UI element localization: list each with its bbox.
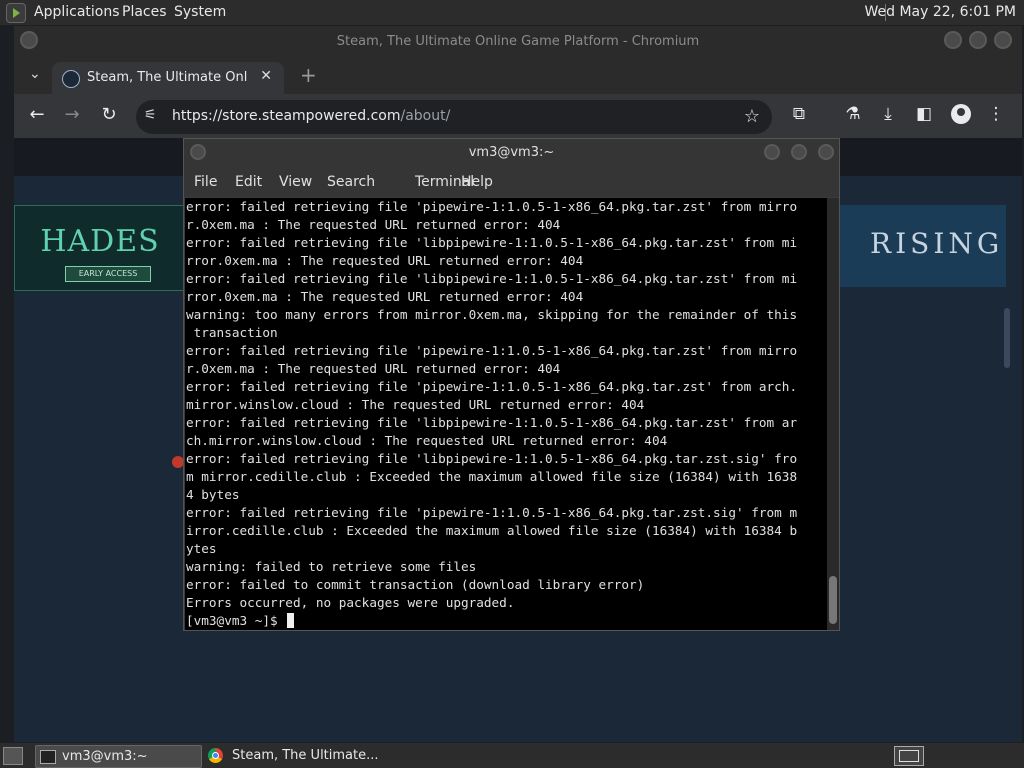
terminal-line: mirror.winslow.cloud : The requested URL… bbox=[186, 397, 645, 412]
show-desktop-icon[interactable] bbox=[3, 747, 23, 765]
browser-window-title: Steam, The Ultimate Online Game Platform… bbox=[336, 34, 700, 49]
terminal-line: error: failed retrieving file 'libpipewi… bbox=[186, 271, 798, 286]
menu-places[interactable]: Places bbox=[122, 4, 167, 20]
url-host: https://store.steampowered.com bbox=[172, 108, 401, 124]
bottom-panel: vm3@vm3:~ Steam, The Ultimate... bbox=[0, 743, 1024, 768]
rising-banner[interactable]: RISING bbox=[840, 205, 1006, 287]
terminal-line: warning: failed to retrieve some files bbox=[186, 559, 477, 574]
extensions-icon[interactable]: ⧉ bbox=[788, 104, 810, 124]
tab-strip: ⌄ Steam, The Ultimate Online ✕ + bbox=[14, 58, 1022, 94]
terminal-prompt[interactable]: [vm3@vm3 ~]$ bbox=[186, 612, 827, 630]
terminal-line: rror.0xem.ma : The requested URL returne… bbox=[186, 289, 584, 304]
menu-system[interactable]: System bbox=[174, 4, 226, 20]
hades-title: HADES bbox=[40, 224, 160, 259]
terminal-window: vm3@vm3:~ File Edit View Search Terminal… bbox=[183, 138, 840, 631]
terminal-line: rror.0xem.ma : The requested URL returne… bbox=[186, 253, 584, 268]
address-bar[interactable]: ⚟ https://store.steampowered.com/about/ … bbox=[136, 100, 772, 134]
terminal-scrollbar[interactable] bbox=[827, 198, 839, 630]
back-icon[interactable]: ← bbox=[25, 104, 49, 125]
terminal-line: ytes bbox=[186, 541, 217, 556]
terminal-menu-edit[interactable]: Edit bbox=[235, 174, 262, 190]
close-window-icon[interactable] bbox=[994, 31, 1012, 49]
terminal-menu-file[interactable]: File bbox=[194, 174, 217, 190]
forward-icon[interactable]: → bbox=[60, 104, 84, 125]
terminal-line: error: failed retrieving file 'libpipewi… bbox=[186, 415, 798, 430]
side-panel-icon[interactable]: ◧ bbox=[913, 104, 935, 124]
tab-title: Steam, The Ultimate Online bbox=[87, 70, 247, 85]
browser-title-bar[interactable]: Steam, The Ultimate Online Game Platform… bbox=[14, 26, 1022, 58]
terminal-cursor bbox=[287, 613, 295, 628]
terminal-line: ch.mirror.winslow.cloud : The requested … bbox=[186, 433, 668, 448]
tab-steam[interactable]: Steam, The Ultimate Online ✕ bbox=[52, 62, 284, 94]
terminal-text: error: failed retrieving file 'pipewire-… bbox=[185, 198, 827, 630]
terminal-maximize-icon[interactable] bbox=[791, 144, 807, 160]
new-tab-icon[interactable]: + bbox=[300, 63, 317, 87]
terminal-line: error: failed retrieving file 'pipewire-… bbox=[186, 343, 798, 358]
steam-favicon-icon bbox=[62, 70, 80, 88]
terminal-line: error: failed retrieving file 'pipewire-… bbox=[186, 199, 798, 214]
terminal-menu-help[interactable]: Help bbox=[461, 174, 493, 190]
terminal-line: error: failed retrieving file 'libpipewi… bbox=[186, 235, 798, 250]
terminal-minimize-icon[interactable] bbox=[764, 144, 780, 160]
taskbar-item-terminal[interactable]: vm3@vm3:~ bbox=[35, 745, 202, 768]
tab-close-icon[interactable]: ✕ bbox=[260, 68, 272, 84]
page-scrollbar[interactable] bbox=[1004, 308, 1010, 368]
terminal-line: 4 bytes bbox=[186, 487, 240, 502]
terminal-line: error: failed to commit transaction (dow… bbox=[186, 577, 645, 592]
taskbar-item-label: Steam, The Ultimate... bbox=[232, 748, 379, 763]
hades-banner[interactable]: HADES EARLY ACCESS bbox=[14, 205, 186, 291]
top-panel: Applications Places System Wed May 22, 6… bbox=[0, 0, 1024, 25]
terminal-title: vm3@vm3:~ bbox=[468, 145, 555, 160]
terminal-line: r.0xem.ma : The requested URL returned e… bbox=[186, 217, 561, 232]
rising-text: RISING bbox=[870, 227, 1004, 260]
hades-badge: EARLY ACCESS bbox=[65, 266, 151, 282]
download-icon[interactable]: ⤓ bbox=[877, 104, 899, 124]
terminal-line: error: failed retrieving file 'pipewire-… bbox=[186, 379, 798, 394]
menu-applications[interactable]: Applications bbox=[34, 4, 120, 20]
terminal-line: error: failed retrieving file 'libpipewi… bbox=[186, 451, 798, 466]
terminal-line: irror.cedille.club : Exceeded the maximu… bbox=[186, 523, 798, 538]
terminal-menu-view[interactable]: View bbox=[279, 174, 312, 190]
browser-toolbar: ← → ↻ ⚟ https://store.steampowered.com/a… bbox=[14, 94, 1022, 138]
site-info-icon[interactable]: ⚟ bbox=[144, 107, 157, 123]
chromium-icon bbox=[208, 748, 223, 763]
prompt-text: [vm3@vm3 ~]$ bbox=[186, 613, 286, 628]
terminal-menu-search[interactable]: Search bbox=[327, 174, 375, 190]
tab-search-chevron-icon[interactable]: ⌄ bbox=[29, 66, 41, 82]
bookmark-star-icon[interactable]: ☆ bbox=[744, 106, 760, 127]
maximize-icon[interactable] bbox=[969, 31, 987, 49]
terminal-menubar: File Edit View Search Terminal Help bbox=[184, 167, 839, 197]
terminal-line: transaction bbox=[186, 325, 278, 340]
terminal-title-bar[interactable]: vm3@vm3:~ bbox=[184, 139, 839, 167]
terminal-line: warning: too many errors from mirror.0xe… bbox=[186, 307, 798, 322]
applications-logo-icon[interactable] bbox=[6, 3, 26, 23]
workspace-switcher-icon[interactable] bbox=[894, 746, 924, 766]
profile-avatar-icon[interactable] bbox=[951, 104, 971, 124]
terminal-icon bbox=[40, 750, 56, 764]
terminal-scroll-thumb[interactable] bbox=[829, 576, 837, 624]
minimize-icon[interactable] bbox=[944, 31, 962, 49]
clock[interactable]: Wed May 22, 6:01 PM bbox=[865, 4, 1017, 20]
taskbar-item-chromium[interactable]: Steam, The Ultimate... bbox=[206, 745, 386, 766]
reload-icon[interactable]: ↻ bbox=[97, 104, 121, 125]
terminal-line: m mirror.cedille.club : Exceeded the max… bbox=[186, 469, 798, 484]
labs-flask-icon[interactable]: ⚗ bbox=[842, 104, 864, 124]
url-path: /about/ bbox=[400, 108, 451, 124]
terminal-line: r.0xem.ma : The requested URL returned e… bbox=[186, 361, 561, 376]
more-menu-icon[interactable]: ⋮ bbox=[985, 104, 1007, 124]
terminal-close-icon[interactable] bbox=[818, 144, 834, 160]
url-text[interactable]: https://store.steampowered.com/about/ bbox=[172, 108, 450, 124]
terminal-output[interactable]: error: failed retrieving file 'pipewire-… bbox=[185, 198, 827, 630]
terminal-line: error: failed retrieving file 'pipewire-… bbox=[186, 505, 798, 520]
taskbar-item-label: vm3@vm3:~ bbox=[62, 749, 148, 764]
terminal-line: Errors occurred, no packages were upgrad… bbox=[186, 595, 515, 610]
